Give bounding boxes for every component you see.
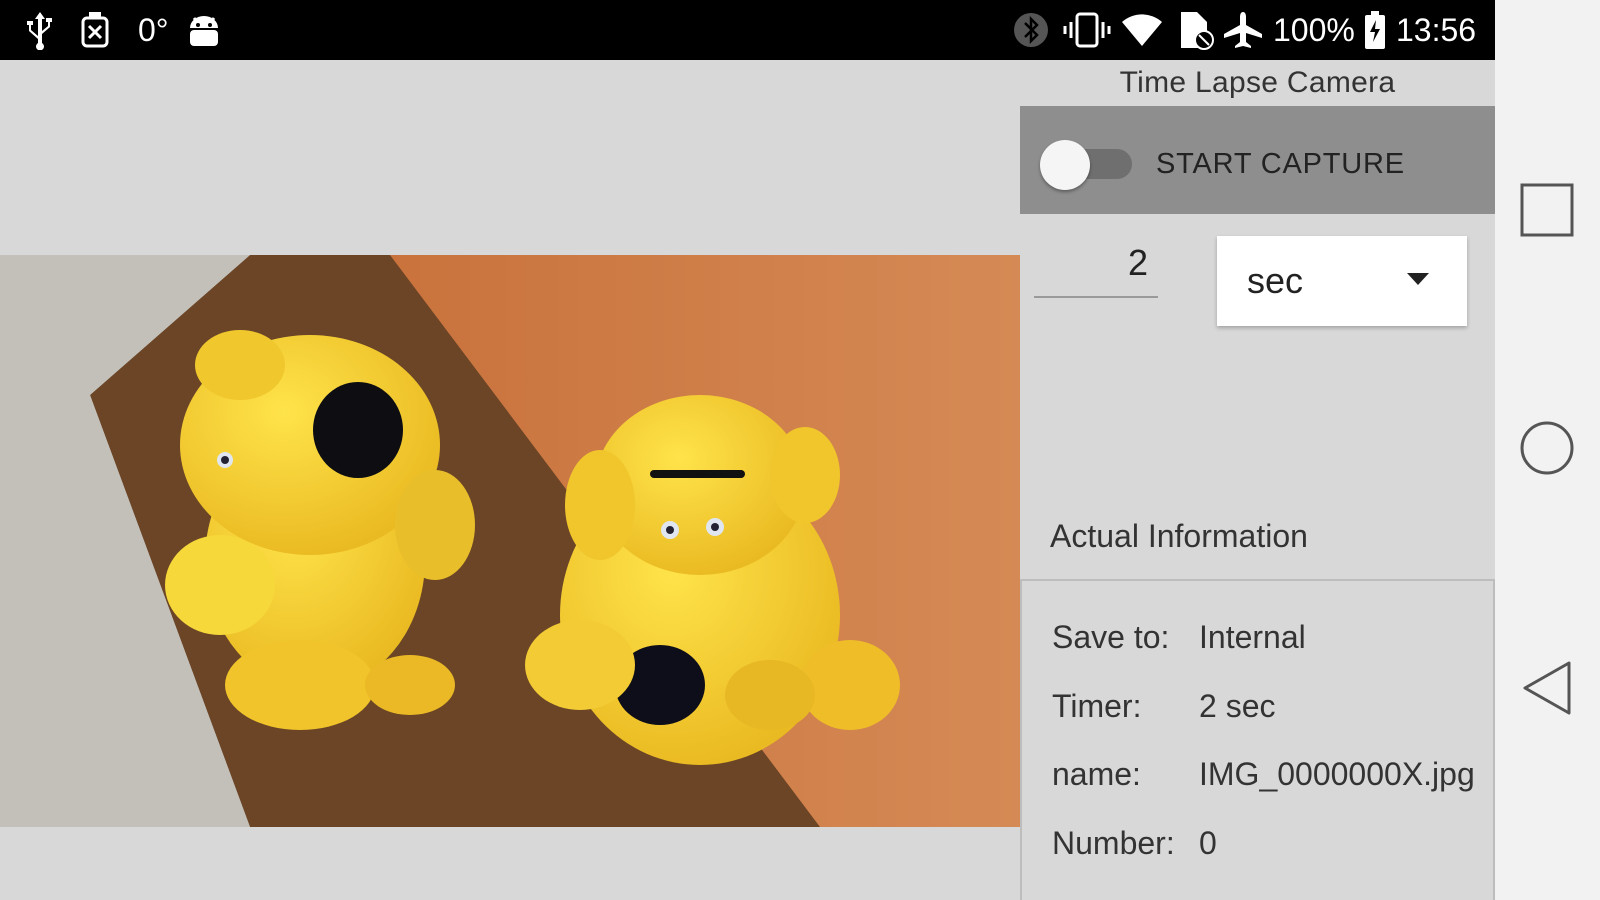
info-key: name: <box>1052 756 1141 792</box>
dropdown-arrow-icon <box>1407 272 1429 290</box>
info-value: 0 <box>1199 825 1217 861</box>
unit-dropdown[interactable]: sec <box>1217 236 1467 326</box>
info-row-save-to: Save to: Internal <box>1052 617 1306 657</box>
info-value: IMG_0000000X.jpg <box>1199 756 1475 792</box>
status-bar: 0° 100% 13:56 <box>0 0 1495 60</box>
back-button[interactable] <box>1515 658 1579 722</box>
info-row-timer: Timer: 2 sec <box>1052 686 1275 726</box>
battery-icon <box>1364 10 1386 50</box>
no-sim-icon <box>1177 10 1215 50</box>
navigation-bar <box>1495 0 1600 900</box>
unit-selected-value: sec <box>1247 260 1304 301</box>
bluetooth-icon <box>1013 10 1049 50</box>
start-capture-switch[interactable]: START CAPTURE <box>1020 106 1495 214</box>
info-row-number: Number: 0 <box>1052 823 1217 863</box>
info-heading: Actual Information <box>1050 518 1308 554</box>
back-icon <box>1521 660 1573 721</box>
temperature-text: 0° <box>138 12 169 48</box>
toggle-thumb[interactable] <box>1040 140 1090 190</box>
info-value: 2 sec <box>1199 688 1276 724</box>
start-capture-label: START CAPTURE <box>1156 148 1405 180</box>
info-key: Timer: <box>1052 688 1142 724</box>
info-box: Save to: Internal Timer: 2 sec name: IMG_00… <box>1020 579 1495 900</box>
home-button[interactable] <box>1515 418 1579 482</box>
recents-icon <box>1520 183 1574 242</box>
info-value: Internal <box>1199 619 1306 655</box>
recents-button[interactable] <box>1515 180 1579 244</box>
cleaner-icon <box>80 10 110 50</box>
camera-preview-image <box>0 255 1020 827</box>
interval-input[interactable] <box>1034 238 1158 298</box>
vibrate-icon <box>1063 10 1111 50</box>
info-key: Save to: <box>1052 619 1170 655</box>
control-panel: Time Lapse Camera START CAPTURE sec Actu… <box>1020 60 1495 900</box>
info-row-name: name: IMG_0000000X.jpg <box>1052 754 1475 794</box>
android-debug-icon <box>186 10 222 50</box>
camera-preview[interactable] <box>0 255 1020 827</box>
clock-text: 13:56 <box>1396 12 1477 48</box>
usb-icon <box>24 10 56 50</box>
app-title: Time Lapse Camera <box>1119 66 1396 99</box>
home-icon <box>1519 420 1575 481</box>
info-key: Number: <box>1052 825 1175 861</box>
wifi-icon <box>1121 10 1163 50</box>
battery-percent-text: 100% <box>1273 12 1355 48</box>
airplane-icon <box>1222 10 1264 50</box>
